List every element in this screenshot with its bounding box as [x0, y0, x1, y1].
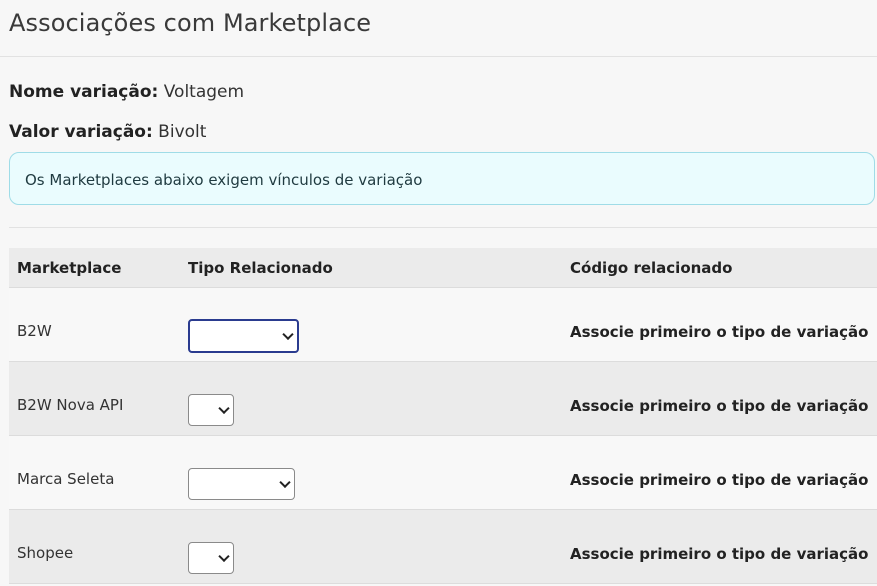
header-tipo-relacionado: Tipo Relacionado: [188, 259, 333, 277]
variation-name-value: Voltagem: [158, 82, 245, 102]
marketplace-name: B2W Nova API: [17, 396, 124, 414]
table-header: Marketplace Tipo Relacionado Código rela…: [9, 248, 877, 288]
table-row: Marca Seleta Associe primeiro o tipo de …: [9, 436, 877, 510]
marketplace-table: Marketplace Tipo Relacionado Código rela…: [9, 248, 877, 584]
divider: [9, 227, 877, 228]
codigo-message: Associe primeiro o tipo de variação: [570, 471, 869, 489]
chevron-down-icon: [279, 476, 291, 489]
tipo-relacionado-select[interactable]: [188, 542, 234, 574]
variation-name-label: Nome variação:: [9, 82, 159, 102]
marketplace-name: B2W: [17, 322, 52, 340]
variation-value-line: Valor variação: Bivolt: [9, 122, 206, 142]
info-alert: Os Marketplaces abaixo exigem vínculos d…: [9, 152, 875, 205]
chevron-down-icon: [218, 402, 230, 415]
tipo-relacionado-select[interactable]: [188, 468, 295, 500]
header-marketplace: Marketplace: [17, 259, 122, 277]
chevron-down-icon: [218, 550, 230, 563]
codigo-message: Associe primeiro o tipo de variação: [570, 397, 869, 415]
tipo-relacionado-select[interactable]: [188, 394, 234, 426]
table-row: B2W Nova API Associe primeiro o tipo de …: [9, 362, 877, 436]
page-title: Associações com Marketplace: [9, 9, 372, 37]
codigo-message: Associe primeiro o tipo de variação: [570, 545, 869, 563]
marketplace-name: Shopee: [17, 544, 74, 562]
codigo-message: Associe primeiro o tipo de variação: [570, 323, 869, 341]
tipo-relacionado-select[interactable]: [188, 319, 299, 353]
table-row: B2W Associe primeiro o tipo de variação: [9, 288, 877, 362]
variation-value-label: Valor variação:: [9, 122, 153, 142]
variation-value-value: Bivolt: [152, 122, 207, 142]
marketplace-name: Marca Seleta: [17, 470, 115, 488]
header-codigo-relacionado: Código relacionado: [570, 259, 733, 277]
page-header: Associações com Marketplace: [0, 0, 877, 57]
info-alert-text: Os Marketplaces abaixo exigem vínculos d…: [25, 171, 423, 189]
variation-name-line: Nome variação: Voltagem: [9, 82, 244, 102]
table-row: Shopee Associe primeiro o tipo de variaç…: [9, 510, 877, 584]
chevron-down-icon: [282, 328, 294, 341]
